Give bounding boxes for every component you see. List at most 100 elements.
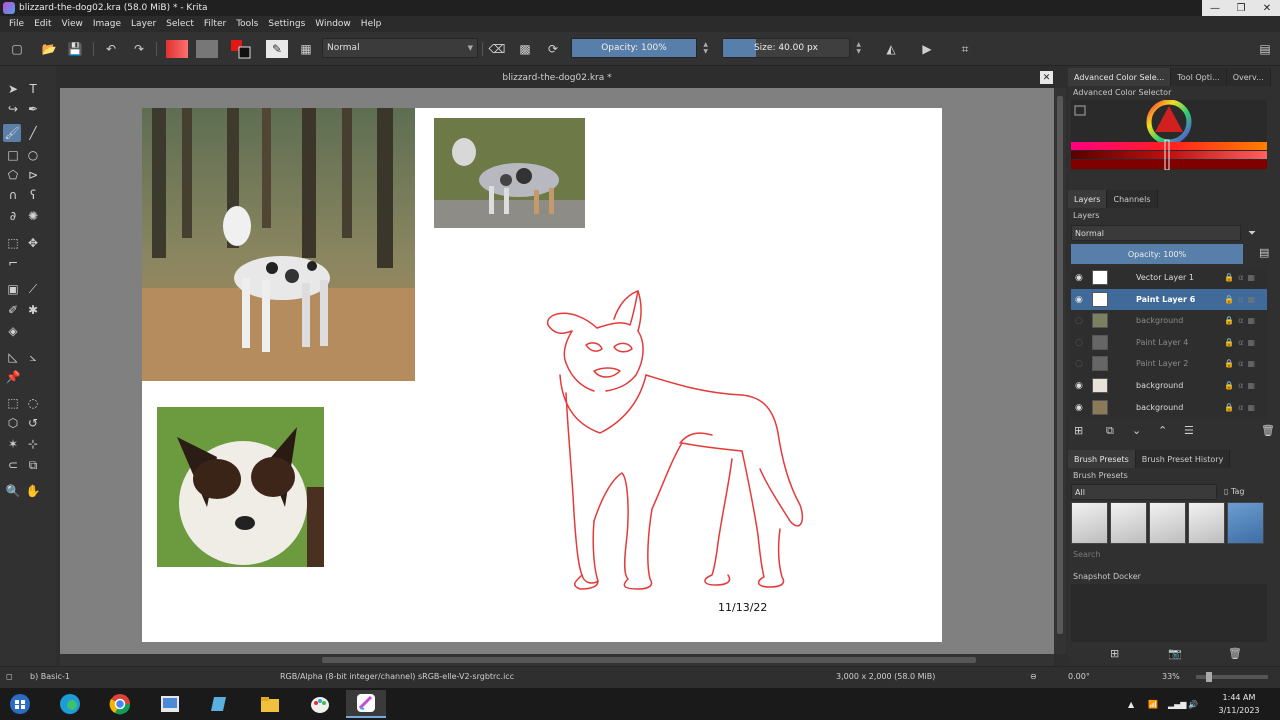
start-button[interactable] bbox=[0, 690, 40, 718]
elliptical-selection-icon[interactable]: ◌ bbox=[24, 394, 42, 412]
add-layer-icon[interactable]: ⊞ bbox=[1074, 424, 1083, 437]
zoom-slider[interactable] bbox=[1196, 672, 1268, 682]
menu-edit[interactable]: Edit bbox=[29, 19, 56, 29]
bezier-selection-icon[interactable]: ⊂ bbox=[4, 456, 22, 474]
crop-tool-icon[interactable]: ⌐ bbox=[4, 254, 22, 272]
layer-row[interactable]: ○ Paint Layer 4 🔒α▦ bbox=[1071, 332, 1267, 353]
menu-image[interactable]: Image bbox=[88, 19, 126, 29]
select-shapes-tool-icon[interactable]: ➤ bbox=[4, 80, 22, 98]
eye-hidden-icon[interactable]: ○ bbox=[1075, 359, 1086, 369]
taskbar-clock[interactable]: 1:44 AM 3/11/2023 bbox=[1208, 691, 1270, 717]
network-icon[interactable]: 📶 bbox=[1148, 688, 1158, 720]
brush-preset-basic[interactable] bbox=[1227, 502, 1264, 544]
eye-icon[interactable]: ◉ bbox=[1075, 381, 1086, 391]
brush-preset-icon[interactable]: ✎ bbox=[266, 40, 288, 58]
smart-patch-tool-icon[interactable]: ✱ bbox=[24, 301, 42, 319]
open-document-icon[interactable]: 📂 bbox=[40, 40, 58, 58]
brush-preset-ink[interactable] bbox=[1188, 502, 1225, 544]
polygon-tool-icon[interactable]: ⬠ bbox=[4, 166, 22, 184]
layer-properties-icon[interactable]: ☰ bbox=[1184, 424, 1194, 437]
layer-row[interactable]: ◉ background 🔒α▦ bbox=[1071, 375, 1267, 396]
undo-icon[interactable]: ↶ bbox=[102, 40, 120, 58]
brush-search-input[interactable]: Search bbox=[1073, 550, 1100, 559]
krita-taskbar-icon[interactable] bbox=[346, 690, 386, 718]
edge-browser-icon[interactable] bbox=[50, 690, 90, 718]
layer-row[interactable]: ◉ background 🔒α▦ bbox=[1071, 397, 1267, 418]
opacity-slider[interactable]: Opacity: 100% ▲ ▼ bbox=[571, 38, 708, 58]
tab-overview[interactable]: Overv... bbox=[1226, 68, 1271, 86]
menu-help[interactable]: Help bbox=[356, 19, 387, 29]
menu-window[interactable]: Window bbox=[310, 19, 356, 29]
freehand-selection-icon[interactable]: ↺ bbox=[24, 414, 42, 432]
dynamic-brush-tool-icon[interactable]: ∂ bbox=[4, 207, 22, 225]
file-explorer-icon[interactable] bbox=[250, 690, 290, 718]
layers-view-mode-icon[interactable]: ▤ bbox=[1259, 246, 1269, 259]
signal-icon[interactable]: ▂▄▆ bbox=[1168, 688, 1186, 720]
rectangular-selection-icon[interactable]: ⬚ bbox=[4, 394, 22, 412]
preserve-alpha-icon[interactable]: ▩ bbox=[516, 40, 534, 58]
pan-tool-icon[interactable]: ✋ bbox=[24, 482, 42, 500]
brush-preset-eraser[interactable] bbox=[1071, 502, 1108, 544]
notes-app-icon[interactable] bbox=[200, 690, 240, 718]
layer-row[interactable]: ◉ Paint Layer 6 🔒α▦ bbox=[1071, 289, 1267, 310]
colorize-mask-tool-icon[interactable]: ✐ bbox=[4, 301, 22, 319]
transform-tool-icon[interactable]: ⬚ bbox=[4, 234, 22, 252]
layer-row[interactable]: ○ Paint Layer 2 🔒α▦ bbox=[1071, 353, 1267, 374]
edit-shapes-tool-icon[interactable]: ↪ bbox=[4, 100, 22, 118]
canvas-vertical-scrollbar[interactable] bbox=[1054, 88, 1066, 654]
magnetic-selection-icon[interactable]: ⧉ bbox=[24, 456, 42, 474]
maximize-button[interactable]: ❐ bbox=[1228, 0, 1254, 16]
menu-view[interactable]: View bbox=[57, 19, 88, 29]
blend-mode-select[interactable]: Normal ▼ bbox=[322, 38, 478, 58]
add-snapshot-icon[interactable]: ⊞ bbox=[1110, 647, 1119, 660]
rectangle-tool-icon[interactable]: □ bbox=[4, 146, 22, 164]
eye-icon[interactable]: ◉ bbox=[1075, 403, 1086, 413]
save-icon[interactable]: 💾 bbox=[66, 40, 84, 58]
polygonal-selection-icon[interactable]: ⬡ bbox=[4, 414, 22, 432]
new-document-icon[interactable]: ▢ bbox=[8, 40, 26, 58]
menu-select[interactable]: Select bbox=[161, 19, 199, 29]
brush-settings-icon[interactable]: ▦ bbox=[297, 40, 315, 58]
tab-brush-preset-history[interactable]: Brush Preset History bbox=[1135, 450, 1231, 468]
similar-color-selection-icon[interactable]: ⊹ bbox=[24, 435, 42, 453]
measure-tool-icon[interactable]: ⦣ bbox=[24, 348, 42, 366]
layers-opacity-slider[interactable]: Opacity: 100% bbox=[1071, 244, 1243, 264]
tab-channels[interactable]: Channels bbox=[1107, 190, 1158, 208]
menu-tools[interactable]: Tools bbox=[231, 19, 263, 29]
move-layer-down-icon[interactable]: ⌄ bbox=[1132, 424, 1141, 437]
photo-viewer-icon[interactable] bbox=[150, 690, 190, 718]
reference-images-tool-icon[interactable]: 📌 bbox=[4, 368, 22, 386]
text-tool-icon[interactable]: T bbox=[24, 80, 42, 98]
ellipse-tool-icon[interactable]: ○ bbox=[24, 146, 42, 164]
assistant-tool-icon[interactable]: ◺ bbox=[4, 348, 22, 366]
paint-app-icon[interactable] bbox=[300, 690, 340, 718]
polyline-tool-icon[interactable]: ⊳ bbox=[24, 166, 42, 184]
eye-icon[interactable]: ◉ bbox=[1075, 273, 1086, 283]
close-document-icon[interactable]: ✕ bbox=[1040, 71, 1053, 84]
duplicate-layer-icon[interactable]: ⧉ bbox=[1106, 424, 1114, 438]
mirror-vertical-icon[interactable]: ▶ bbox=[918, 40, 936, 58]
tray-overflow-icon[interactable]: ▲ bbox=[1128, 688, 1134, 720]
freehand-path-tool-icon[interactable]: ʕ bbox=[24, 186, 42, 204]
delete-snapshot-icon[interactable]: 🗑 bbox=[1228, 647, 1242, 660]
line-tool-icon[interactable]: ╱ bbox=[24, 124, 42, 142]
filter-icon[interactable]: ⏷ bbox=[1248, 224, 1256, 242]
color-picker-tool-icon[interactable]: ⟋ bbox=[24, 280, 42, 298]
size-slider[interactable]: Size: 40.00 px ▲ ▼ bbox=[722, 38, 861, 58]
menu-layer[interactable]: Layer bbox=[126, 19, 161, 29]
brush-preset-airbrush[interactable] bbox=[1149, 502, 1186, 544]
brush-preset-pencil[interactable] bbox=[1110, 502, 1147, 544]
brush-preset-filter-select[interactable]: All bbox=[1071, 484, 1217, 500]
delete-layer-icon[interactable]: 🗑 bbox=[1261, 424, 1275, 437]
opacity-stepper-icon[interactable]: ▲ ▼ bbox=[703, 41, 708, 55]
eye-hidden-icon[interactable]: ○ bbox=[1075, 338, 1086, 348]
move-tool-icon[interactable]: ✥ bbox=[24, 234, 42, 252]
chrome-browser-icon[interactable] bbox=[100, 690, 140, 718]
fg-bg-color-icon[interactable] bbox=[230, 40, 252, 59]
fill-tool-icon[interactable]: ◈ bbox=[4, 322, 22, 340]
freehand-brush-tool-icon[interactable]: 🖌 bbox=[3, 124, 21, 142]
eraser-mode-icon[interactable]: ⌫ bbox=[488, 40, 506, 58]
zoom-tool-icon[interactable]: 🔍 bbox=[4, 482, 22, 500]
menu-settings[interactable]: Settings bbox=[263, 19, 310, 29]
toolbar-menu-icon[interactable]: ▤ bbox=[1256, 40, 1274, 58]
